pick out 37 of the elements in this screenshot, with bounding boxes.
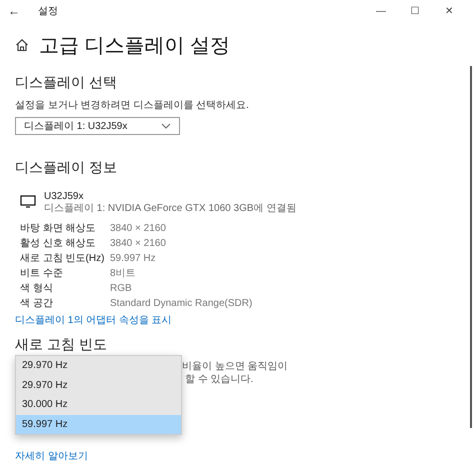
learn-more-link[interactable]: 자세히 알아보기 [15,449,88,463]
info-label: 활성 신호 해상도 [20,237,97,250]
info-value: 3840 × 2160 [110,222,167,235]
maximize-button[interactable]: ☐ [398,5,432,17]
scrollbar[interactable] [470,66,472,428]
info-label: 바탕 화면 해상도 [20,222,97,235]
menu-option[interactable]: 30.000 Hz [16,395,181,414]
info-value: RGB [110,282,133,295]
section-heading: 디스플레이 정보 [15,158,118,177]
home-icon[interactable] [15,38,29,52]
info-value: 8비트 [110,267,137,280]
description-text: 설정을 보거나 변경하려면 디스플레이를 선택하세요. [15,99,250,112]
info-label: 비트 수준 [20,267,64,280]
info-value: 3840 × 2160 [110,237,167,250]
window-title: 설정 [38,5,58,18]
monitor-icon [20,195,36,208]
description-text: 비율이 높으면 움직임이 [182,360,289,373]
info-value: Standard Dynamic Range(SDR) [110,297,252,310]
display-dropdown[interactable]: 디스플레이 1: U32J59x [15,117,180,135]
description-text: 할 수 있습니다. [184,373,254,386]
monitor-subtitle: 디스플레이 1: NVIDIA GeForce GTX 1060 3GB에 연결됨 [44,203,296,215]
monitor-name: U32J59x [44,191,84,203]
menu-option[interactable]: 29.970 Hz [16,376,181,395]
menu-option[interactable]: 29.970 Hz [16,356,181,376]
page-title: 고급 디스플레이 설정 [39,34,230,58]
menu-option[interactable]: 59.997 Hz [16,414,181,434]
chevron-down-icon [161,123,171,129]
info-value: 59.997 Hz [110,252,157,265]
info-label: 색 공간 [20,297,54,310]
close-button[interactable]: ✕ [432,5,466,17]
info-label: 새로 고침 빈도(Hz) [20,252,106,265]
info-label: 색 형식 [20,282,54,295]
back-button[interactable]: ← [8,4,38,18]
section-heading: 디스플레이 선택 [15,73,118,92]
minimize-button[interactable]: — [364,6,398,16]
section-heading: 새로 고침 빈도 [15,335,108,354]
adapter-properties-link[interactable]: 디스플레이 1의 어댑터 속성을 표시 [15,313,172,327]
